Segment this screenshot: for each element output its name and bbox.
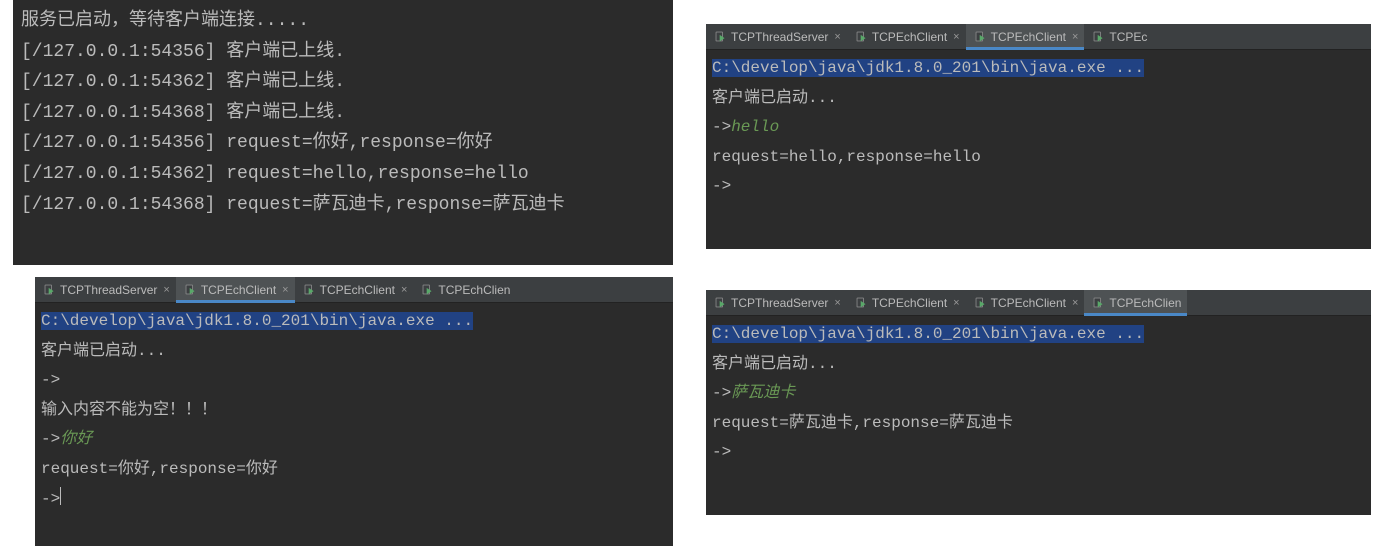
- tab-label: TCPEchClien: [438, 283, 510, 297]
- tab-tcpthreadserver[interactable]: TCPThreadServer ×: [706, 24, 847, 49]
- console-line: 客户端已启动...: [712, 84, 1365, 114]
- close-icon[interactable]: ×: [953, 31, 959, 43]
- console-line: [/127.0.0.1:54368] 客户端已上线.: [21, 98, 665, 129]
- run-config-icon: [43, 283, 56, 296]
- console-output[interactable]: C:\develop\java\jdk1.8.0_201\bin\java.ex…: [706, 50, 1371, 206]
- console-output[interactable]: C:\develop\java\jdk1.8.0_201\bin\java.ex…: [706, 316, 1371, 472]
- console-line: ->: [712, 172, 1365, 202]
- run-config-icon: [974, 30, 987, 43]
- tab-label: TCPThreadServer: [731, 296, 828, 310]
- client-console-panel-sawadika: TCPThreadServer × TCPEchClient × TCPEchC…: [706, 290, 1371, 515]
- console-line: 输入内容不能为空！！！: [41, 396, 667, 426]
- close-icon[interactable]: ×: [834, 297, 840, 309]
- tab-label: TCPEchClient: [320, 283, 395, 297]
- console-line: ->hello: [712, 113, 1365, 143]
- run-config-icon: [855, 30, 868, 43]
- console-line: C:\develop\java\jdk1.8.0_201\bin\java.ex…: [712, 320, 1365, 350]
- console-line: 客户端已启动...: [41, 337, 667, 367]
- close-icon[interactable]: ×: [163, 284, 169, 296]
- console-line: [/127.0.0.1:54362] 客户端已上线.: [21, 67, 665, 98]
- tab-label: TCPEchClient: [201, 283, 276, 297]
- run-config-icon: [974, 296, 987, 309]
- tab-tcpthreadserver[interactable]: TCPThreadServer ×: [706, 290, 847, 315]
- console-output[interactable]: C:\develop\java\jdk1.8.0_201\bin\java.ex…: [35, 303, 673, 518]
- console-line: C:\develop\java\jdk1.8.0_201\bin\java.ex…: [712, 54, 1365, 84]
- console-line: request=hello,response=hello: [712, 143, 1365, 173]
- user-input: hello: [731, 118, 779, 136]
- close-icon[interactable]: ×: [1072, 31, 1078, 43]
- console-line: request=萨瓦迪卡,response=萨瓦迪卡: [712, 409, 1365, 439]
- console-line: request=你好,response=你好: [41, 455, 667, 485]
- tab-label: TCPEchClien: [1109, 296, 1181, 310]
- tab-tcpechclient-2[interactable]: TCPEchClient ×: [295, 277, 414, 302]
- run-tabs: TCPThreadServer × TCPEchClient × TCPEchC…: [706, 290, 1371, 316]
- client-console-panel-nihao: TCPThreadServer × TCPEchClient × TCPEchC…: [35, 277, 673, 546]
- run-config-icon: [855, 296, 868, 309]
- console-line: C:\develop\java\jdk1.8.0_201\bin\java.ex…: [41, 307, 667, 337]
- console-line: [/127.0.0.1:54362] request=hello,respons…: [21, 159, 665, 190]
- tab-tcpechclient-2[interactable]: TCPEchClient ×: [966, 24, 1085, 49]
- run-tabs: TCPThreadServer × TCPEchClient × TCPEchC…: [35, 277, 673, 303]
- tab-tcpechclient-1[interactable]: TCPEchClient ×: [176, 277, 295, 302]
- client-console-panel-hello: TCPThreadServer × TCPEchClient × TCPEchC…: [706, 24, 1371, 249]
- run-config-icon: [714, 296, 727, 309]
- run-config-icon: [421, 283, 434, 296]
- console-line: [/127.0.0.1:54368] request=萨瓦迪卡,response…: [21, 190, 665, 221]
- server-console-panel: 服务已启动，等待客户端连接..... [/127.0.0.1:54356] 客户…: [13, 0, 673, 265]
- close-icon[interactable]: ×: [1072, 297, 1078, 309]
- run-config-icon: [303, 283, 316, 296]
- tab-label: TCPEchClient: [872, 30, 947, 44]
- tab-label: TCPEchClient: [872, 296, 947, 310]
- close-icon[interactable]: ×: [834, 31, 840, 43]
- tab-label: TCPEc: [1109, 30, 1147, 44]
- run-config-icon: [1092, 296, 1105, 309]
- close-icon[interactable]: ×: [953, 297, 959, 309]
- console-line: ->: [41, 485, 667, 515]
- console-line: 服务已启动，等待客户端连接.....: [21, 6, 665, 37]
- tab-label: TCPThreadServer: [60, 283, 157, 297]
- tab-tcpechclient-3[interactable]: TCPEchClien: [413, 277, 516, 302]
- console-line: [/127.0.0.1:54356] 客户端已上线.: [21, 37, 665, 68]
- user-input: 你好: [60, 430, 92, 448]
- tab-tcpechclient-2[interactable]: TCPEchClient ×: [966, 290, 1085, 315]
- console-line: ->: [712, 438, 1365, 468]
- close-icon[interactable]: ×: [282, 284, 288, 296]
- java-path: C:\develop\java\jdk1.8.0_201\bin\java.ex…: [712, 325, 1144, 343]
- tab-tcpechclient-3[interactable]: TCPEc: [1084, 24, 1153, 49]
- console-line: 客户端已启动...: [712, 350, 1365, 380]
- java-path: C:\develop\java\jdk1.8.0_201\bin\java.ex…: [712, 59, 1144, 77]
- console-line: ->: [41, 366, 667, 396]
- console-line: ->你好: [41, 425, 667, 455]
- run-tabs: TCPThreadServer × TCPEchClient × TCPEchC…: [706, 24, 1371, 50]
- user-input: 萨瓦迪卡: [731, 384, 795, 402]
- tab-tcpechclient-1[interactable]: TCPEchClient ×: [847, 24, 966, 49]
- tab-tcpechclient-3[interactable]: TCPEchClien: [1084, 290, 1187, 315]
- console-output[interactable]: 服务已启动，等待客户端连接..... [/127.0.0.1:54356] 客户…: [13, 0, 673, 226]
- tab-tcpechclient-1[interactable]: TCPEchClient ×: [847, 290, 966, 315]
- java-path: C:\develop\java\jdk1.8.0_201\bin\java.ex…: [41, 312, 473, 330]
- console-line: ->萨瓦迪卡: [712, 379, 1365, 409]
- tab-tcpthreadserver[interactable]: TCPThreadServer ×: [35, 277, 176, 302]
- console-line: [/127.0.0.1:54356] request=你好,response=你…: [21, 128, 665, 159]
- run-config-icon: [714, 30, 727, 43]
- run-config-icon: [184, 283, 197, 296]
- text-caret: [60, 487, 61, 505]
- tab-label: TCPEchClient: [991, 296, 1066, 310]
- tab-label: TCPThreadServer: [731, 30, 828, 44]
- close-icon[interactable]: ×: [401, 284, 407, 296]
- tab-label: TCPEchClient: [991, 30, 1066, 44]
- run-config-icon: [1092, 30, 1105, 43]
